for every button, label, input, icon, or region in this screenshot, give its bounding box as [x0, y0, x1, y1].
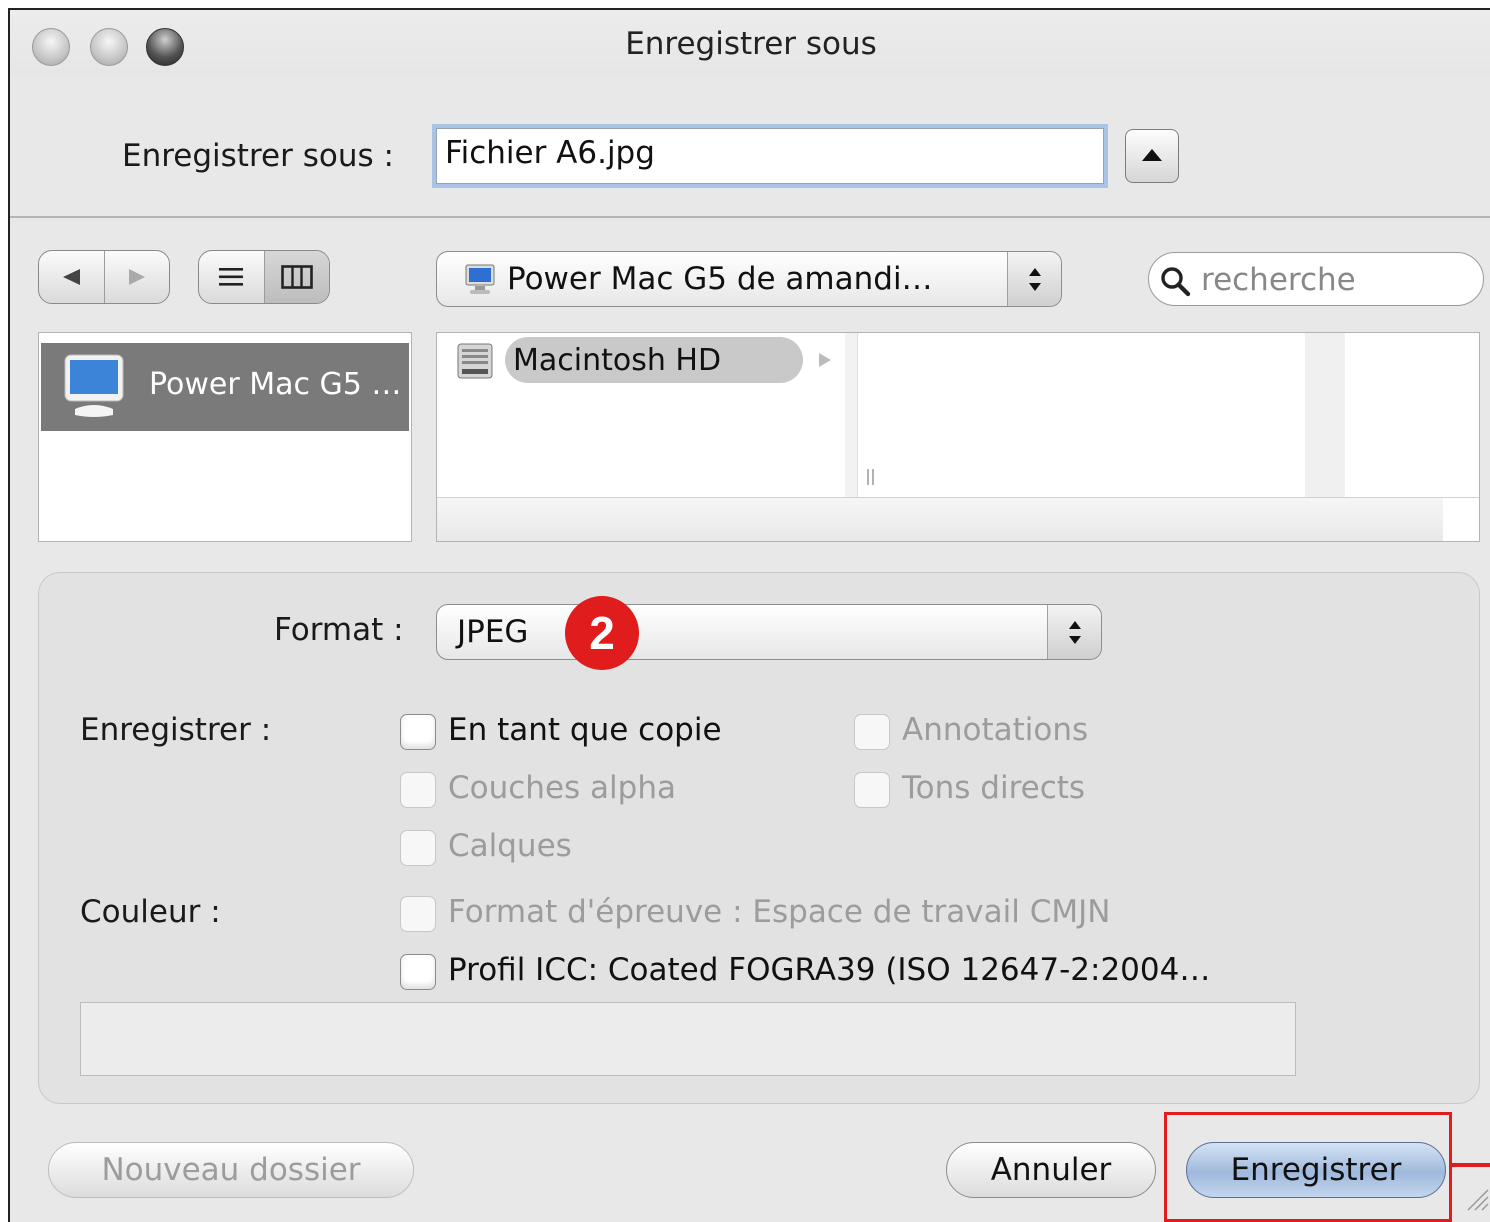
view-mode-control [198, 250, 330, 304]
title-bar: Enregistrer sous [10, 10, 1490, 76]
popup-stepper [1047, 605, 1101, 659]
chevron-up-icon [1029, 268, 1041, 276]
as-copy-checkbox[interactable] [400, 714, 436, 750]
computer-icon [465, 264, 495, 294]
macintosh-hd-label: Macintosh HD [513, 343, 722, 378]
search-field[interactable]: recherche [1148, 252, 1484, 306]
window-title: Enregistrer sous [625, 26, 877, 62]
format-value: JPEG [457, 614, 529, 650]
search-icon [1161, 267, 1191, 297]
browser-column-1: Macintosh HD [437, 333, 874, 497]
column-view-button[interactable] [263, 251, 329, 303]
step-number-badge: 2 [565, 596, 639, 670]
horizontal-scrollbar[interactable] [437, 497, 1479, 541]
spot-colors-checkbox[interactable] [854, 772, 890, 808]
file-browser: Macintosh HD [436, 332, 1480, 542]
column-view-icon [280, 265, 313, 289]
browser-column-2 [857, 333, 1305, 497]
save-options-label: Enregistrer : [80, 712, 272, 748]
icc-profile-label: Profil ICC: Coated FOGRA39 (ISO 12647-2:… [448, 952, 1211, 988]
list-item[interactable]: Macintosh HD [505, 337, 803, 383]
list-view-icon [219, 268, 244, 286]
new-folder-button[interactable]: Nouveau dossier [48, 1142, 414, 1198]
cancel-button[interactable]: Annuler [946, 1142, 1156, 1198]
column-divider [1305, 333, 1345, 497]
annotations-label: Annotations [902, 712, 1089, 748]
layers-label: Calques [448, 828, 572, 864]
search-placeholder: recherche [1201, 262, 1356, 298]
location-popup[interactable]: Power Mac G5 de amandi… [436, 251, 1062, 307]
disclosure-arrow-icon [819, 353, 831, 367]
arrow-right-icon [128, 269, 145, 285]
highlight-pointer [1452, 1163, 1490, 1167]
column-divider [845, 333, 857, 497]
sidebar: Power Mac G5 … [38, 332, 412, 542]
sidebar-item-power-mac[interactable]: Power Mac G5 … [41, 343, 409, 431]
chevron-down-icon [1029, 283, 1041, 291]
warning-message-area [80, 1002, 1296, 1076]
alpha-channels-label: Couches alpha [448, 770, 676, 806]
forward-button[interactable] [103, 251, 170, 303]
popup-stepper [1007, 252, 1061, 306]
chevron-up-icon [1069, 621, 1081, 629]
color-label: Couleur : [80, 894, 221, 930]
format-popup[interactable]: JPEG [436, 604, 1102, 660]
location-label: Power Mac G5 de amandi… [507, 261, 933, 297]
imac-icon [64, 354, 124, 417]
hard-drive-icon [457, 343, 493, 379]
filename-field[interactable]: Fichier A6.jpg [436, 128, 1104, 184]
filename-label: Enregistrer sous : [122, 138, 394, 174]
proof-setup-label: Format d'épreuve : Espace de travail CMJ… [448, 894, 1111, 930]
triangle-up-icon [1142, 149, 1162, 161]
highlight-box [1164, 1112, 1452, 1222]
layers-checkbox[interactable] [400, 830, 436, 866]
format-label: Format : [274, 612, 404, 648]
resize-grip-icon[interactable] [1464, 1186, 1490, 1212]
annotations-checkbox[interactable] [854, 714, 890, 750]
spot-colors-label: Tons directs [902, 770, 1086, 806]
back-button[interactable] [39, 251, 104, 303]
chevron-down-icon [1069, 636, 1081, 644]
back-forward-control [38, 250, 170, 304]
sidebar-item-label: Power Mac G5 … [149, 367, 402, 402]
divider [10, 216, 1490, 218]
list-view-button[interactable] [199, 251, 264, 303]
proof-setup-checkbox[interactable] [400, 896, 436, 932]
as-copy-label: En tant que copie [448, 712, 722, 748]
collapse-dialog-button[interactable] [1125, 129, 1179, 183]
alpha-channels-checkbox[interactable] [400, 772, 436, 808]
icc-profile-checkbox[interactable] [400, 954, 436, 990]
arrow-left-icon [63, 269, 81, 285]
scrollbar-end [1443, 498, 1479, 541]
save-dialog: Enregistrer sous Enregistrer sous : Fich… [8, 8, 1490, 1222]
